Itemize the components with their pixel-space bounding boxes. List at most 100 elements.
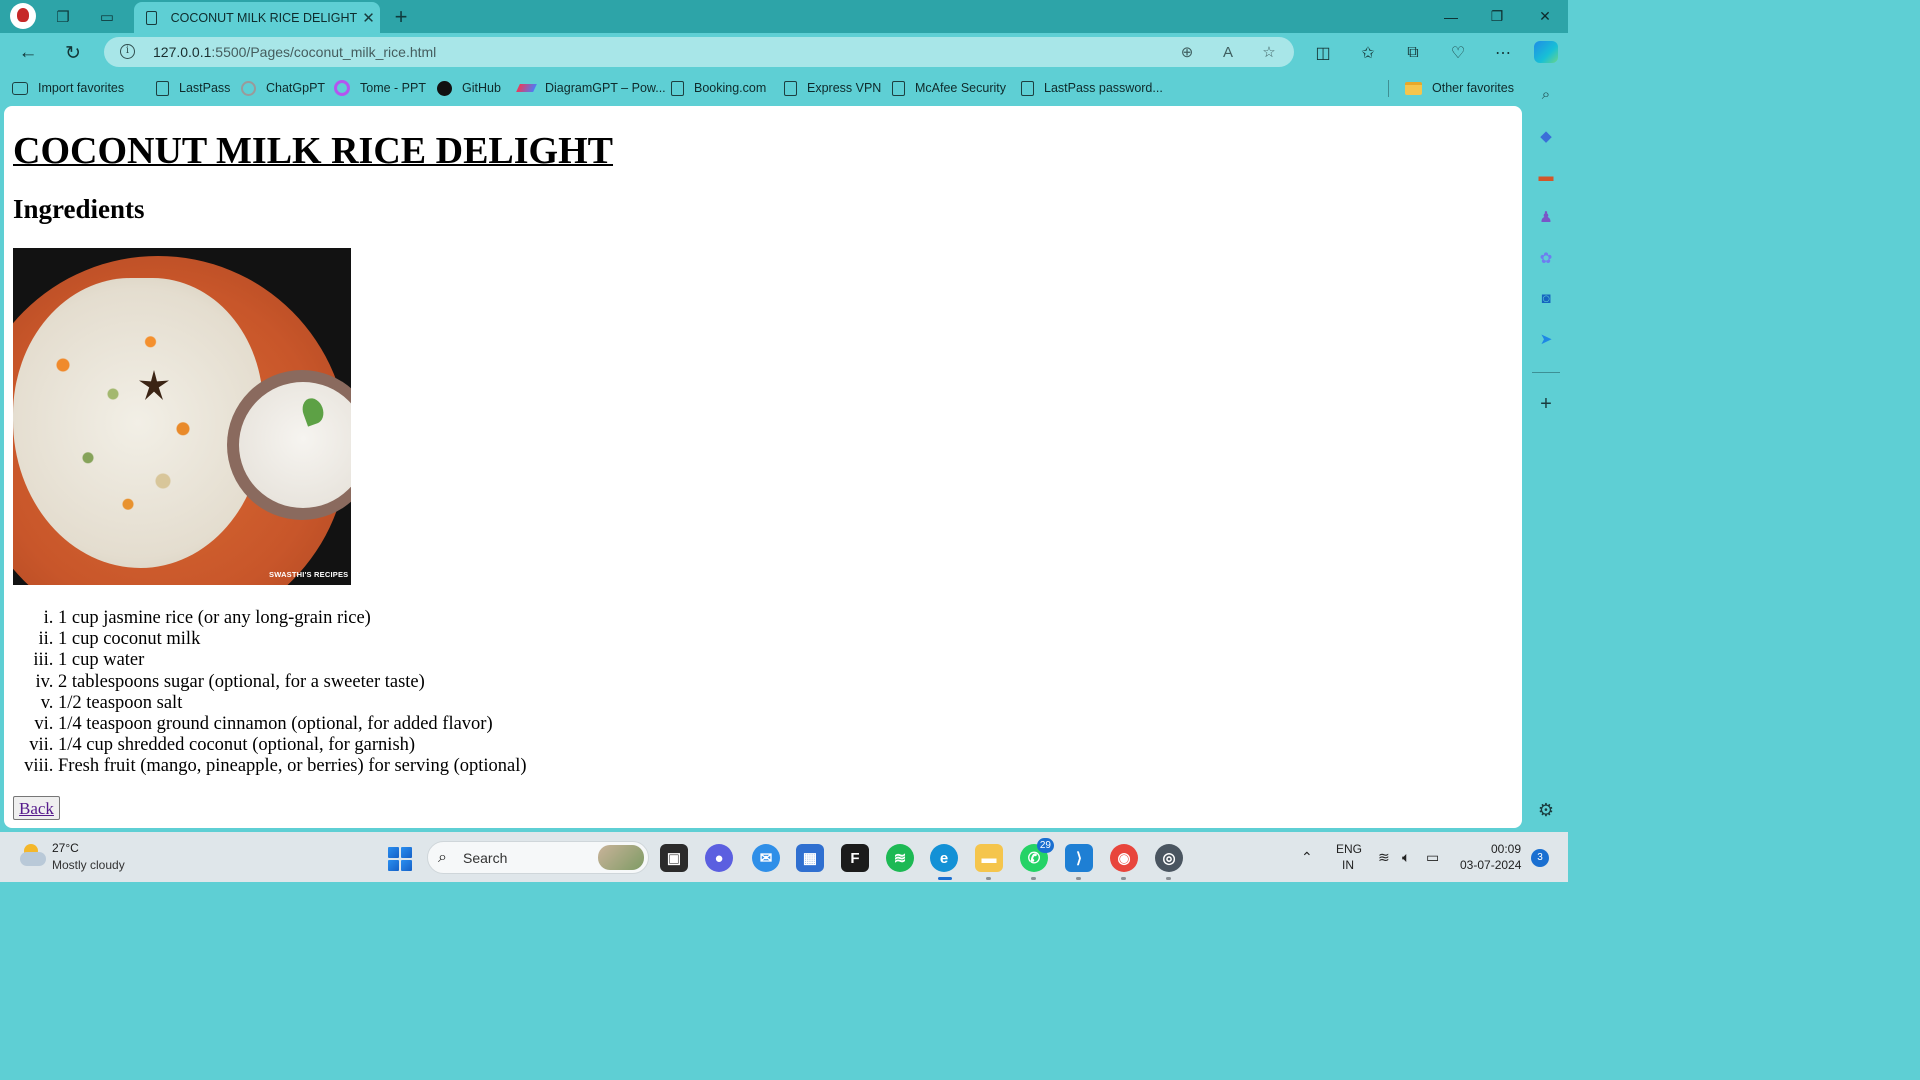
other-favorites[interactable]: Other favorites [1405,79,1514,97]
tome-icon [334,80,350,96]
address-bar[interactable]: i 127.0.0.1:5500/Pages/coconut_milk_rice… [104,37,1294,67]
games-icon[interactable]: ♟ [1536,207,1556,227]
favorite-github[interactable]: GitHub [437,79,501,97]
edge-icon[interactable]: e [930,844,958,880]
sidebar-divider [1532,372,1560,373]
folder-icon [1405,81,1422,95]
copilot-icon[interactable] [1534,41,1558,63]
new-tab-icon[interactable]: + [388,4,414,30]
page-icon [892,80,905,96]
list-item: 2 tablespoons sugar (optional, for a swe… [58,672,527,693]
profile-avatar-icon[interactable] [10,3,36,29]
clock-time[interactable]: 00:09 [1491,842,1521,856]
weather-description[interactable]: Mostly cloudy [52,858,125,872]
shopping-tag-icon[interactable]: ◆ [1536,126,1556,146]
collections-icon[interactable]: ⧉ [1400,40,1426,66]
list-item: 1 cup coconut milk [58,629,527,650]
weather-temperature[interactable]: 27°C [52,841,79,855]
favorite-booking[interactable]: Booking.com [671,79,766,97]
search-label: Search [463,850,508,866]
close-window-icon[interactable]: ✕ [1522,0,1568,33]
close-tab-icon[interactable]: ✕ [357,9,380,27]
site-info-icon[interactable]: i [120,44,135,59]
refresh-icon[interactable]: ↻ [58,39,88,67]
favorites-icon[interactable]: ✩ [1355,40,1381,66]
microsoft-365-icon[interactable]: ✿ [1536,248,1556,268]
navigation-bar: ← ↻ i 127.0.0.1:5500/Pages/coconut_milk_… [0,33,1568,72]
favorite-chatgpt[interactable]: ChatGpPT [241,79,325,97]
language-region[interactable]: IN [1342,858,1354,872]
notification-badge[interactable]: 3 [1531,849,1549,867]
whatsapp-icon[interactable]: ✆ 29 [1020,838,1054,880]
search-icon[interactable]: ⌕ [1536,84,1556,104]
figma-icon[interactable]: F [841,844,869,872]
task-view-icon[interactable]: ▣ [660,844,688,872]
taskbar: 27°C Mostly cloudy ⌕ Search ▣ ● ✉ ▦ F ≋ … [0,832,1568,882]
github-icon [437,80,452,96]
favorite-lastpass[interactable]: LastPass [156,79,230,97]
favorites-divider [1388,80,1389,97]
browser-essentials-icon[interactable]: ♡ [1445,40,1471,66]
taskbar-search[interactable]: ⌕ Search [427,841,649,874]
ingredients-heading: Ingredients [13,194,145,224]
minimize-icon[interactable]: — [1428,0,1474,33]
tab-title: COCONUT MILK RICE DELIGHT [170,10,358,25]
favorite-lastpass-password[interactable]: LastPass password... [1021,79,1163,97]
add-icon[interactable]: + [1536,393,1556,415]
favorite-star-icon[interactable]: ☆ [1257,41,1281,63]
favorite-tome[interactable]: Tome - PPT [334,79,426,97]
list-item: Fresh fruit (mango, pineapple, or berrie… [58,756,527,777]
workspaces-icon[interactable]: ❐ [50,4,76,30]
edge-sidebar: ⌕ ◆ ▬ ♟ ✿ ◙ ➤ + ⚙ [1524,72,1568,832]
volume-icon[interactable]: 🔈︎ [1402,849,1410,866]
page-icon [146,10,157,25]
windows-start-icon[interactable] [388,847,412,871]
favorite-diagramgpt[interactable]: DiagramGPT – Pow... [516,79,666,97]
app-icon[interactable]: ◎ [1155,844,1183,880]
chrome-icon[interactable]: ◉ [1110,844,1138,880]
read-aloud-icon[interactable]: A [1216,41,1240,63]
page-viewport: COCONUT MILK RICE DELIGHT Ingredients SW… [4,106,1522,828]
list-item: 1/2 teaspoon salt [58,693,527,714]
list-item: 1/4 cup shredded coconut (optional, for … [58,735,527,756]
messenger-icon[interactable]: ✉ [752,844,780,872]
file-explorer-icon[interactable]: ▬ [975,844,1003,880]
page-icon [1021,80,1034,96]
search-icon: ⌕ [438,849,447,866]
url-text[interactable]: 127.0.0.1:5500/Pages/coconut_milk_rice.h… [153,44,436,60]
recipe-image: SWASTHI'S RECIPES [13,248,351,585]
tools-icon[interactable]: ▬ [1536,166,1556,186]
favorite-expressvpn[interactable]: Express VPN [784,79,881,97]
wifi-icon[interactable]: ≋ [1378,849,1390,866]
favorite-import[interactable]: Import favorites [12,79,124,97]
settings-gear-icon[interactable]: ⚙ [1536,800,1556,820]
favorite-mcafee[interactable]: McAfee Security [892,79,1006,97]
microsoft-store-icon[interactable]: ▦ [796,844,824,872]
zoom-icon[interactable]: ⊕ [1175,41,1199,63]
tab-active[interactable]: COCONUT MILK RICE DELIGHT ✕ [134,2,380,33]
back-button[interactable]: Back [13,796,60,820]
tab-actions-icon[interactable]: ▭ [94,4,120,30]
page-icon [784,80,797,96]
show-hidden-icons-chevron-icon[interactable]: ⌃ [1301,849,1313,866]
restore-icon[interactable]: ❐ [1474,0,1520,33]
send-icon[interactable]: ➤ [1536,329,1556,349]
title-bar: ❐ ▭ COCONUT MILK RICE DELIGHT ✕ + — ❐ ✕ [0,0,1568,33]
battery-icon[interactable]: ▭ [1426,849,1439,866]
list-item: 1 cup water [58,650,527,671]
page-icon [156,80,169,96]
teams-chat-icon[interactable]: ● [705,844,733,872]
more-menu-icon[interactable]: ⋯ [1490,40,1516,66]
back-arrow-icon[interactable]: ← [13,39,43,67]
spotify-icon[interactable]: ≋ [886,844,914,872]
page-title: COCONUT MILK RICE DELIGHT [13,130,614,172]
outlook-icon[interactable]: ◙ [1536,288,1556,308]
import-icon [12,81,28,95]
weather-cloudy-icon[interactable] [18,844,46,866]
split-screen-icon[interactable]: ◫ [1310,40,1336,66]
vscode-icon[interactable]: ⟩ [1065,844,1093,880]
language-indicator[interactable]: ENG [1336,842,1362,856]
favorites-bar: Import favorites LastPass ChatGpPT Tome … [0,72,1524,104]
search-highlight-image [598,845,644,870]
clock-date[interactable]: 03-07-2024 [1460,858,1521,872]
